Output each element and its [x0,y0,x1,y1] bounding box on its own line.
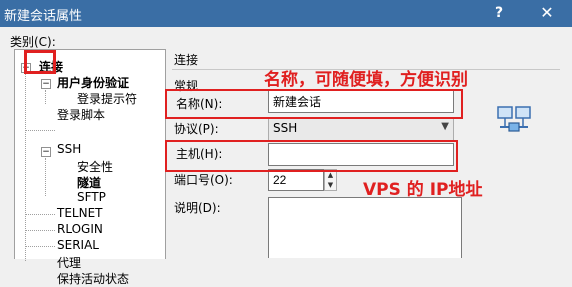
network-icon [497,106,531,132]
tree-item-login-script[interactable]: 登录脚本 [57,106,105,123]
category-label: 类别(C): [10,35,56,49]
close-button[interactable]: ✕ [538,4,556,22]
tree-item-proxy[interactable]: 代理 [57,254,81,271]
port-field[interactable] [268,169,324,191]
tree-item-security[interactable]: 安全性 [77,158,113,175]
tree-item-login-prompt[interactable]: 登录提示符 [77,90,137,107]
tree-item-sftp[interactable]: SFTP [77,190,106,204]
dialog-body: 类别(C): − 连接 − 用户身份验证 登录提示符 登录脚本 − SSH 安全… [0,27,572,286]
help-button[interactable]: ? [490,4,508,22]
port-stepper[interactable]: ▲ ▼ [324,169,337,191]
annotation-name-hint: 名称，可随便填，方便识别 [264,70,468,90]
protocol-select[interactable]: SSH ▼ [268,118,454,141]
tree-item-telnet[interactable]: TELNET [57,206,103,220]
window-title: 新建会话属性 [4,9,83,24]
description-label: 说明(D): [174,201,221,215]
protocol-value: SSH [273,121,298,135]
category-tree[interactable]: − 连接 − 用户身份验证 登录提示符 登录脚本 − SSH 安全性 隧道 SF… [14,49,166,286]
annotation-host-hint: VPS 的 IP地址 [363,180,483,200]
tree-item-keepalive[interactable]: 保持活动状态 [57,270,129,287]
tree-item-rlogin[interactable]: RLOGIN [57,222,103,236]
tree-item-serial[interactable]: SERIAL [57,238,99,252]
protocol-label: 协议(P): [174,122,219,136]
tree-item-user-auth[interactable]: 用户身份验证 [57,74,129,91]
tree-line [25,246,55,247]
tree-item-ssh[interactable]: SSH [57,142,81,156]
highlight-name-row [165,89,463,119]
collapse-icon[interactable]: − [41,147,51,157]
stepper-down-icon[interactable]: ▼ [325,180,336,190]
collapse-icon[interactable]: − [41,79,51,89]
tree-line [45,158,46,196]
panel-header: 连接 [174,53,199,67]
chevron-down-icon: ▼ [441,121,449,132]
tree-line [25,230,55,231]
tree-line [45,90,46,104]
tree-item-tunnel[interactable]: 隧道 [77,174,101,191]
tree-line [25,66,26,261]
highlight-connection [24,50,56,74]
description-field[interactable] [268,197,462,258]
title-bar: 新建会话属性 ? ✕ [0,0,572,28]
highlight-host-row [165,140,458,172]
port-label: 端口号(O): [174,173,233,187]
tree-line [25,130,55,131]
tree-line [25,214,55,215]
